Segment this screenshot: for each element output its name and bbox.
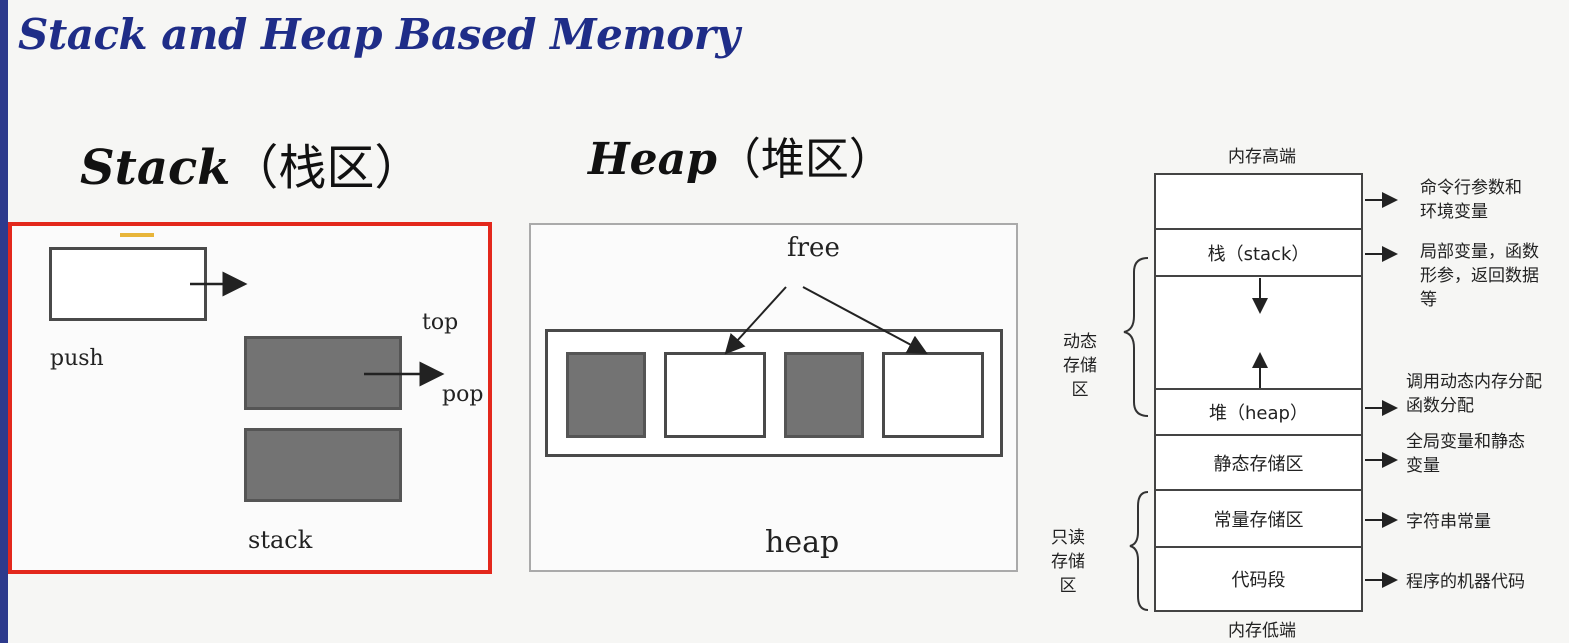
dynamic-area-brace (1123, 257, 1149, 417)
free-arrow-right (802, 286, 928, 354)
memory-layout-diagram: 内存高端 栈（stack） 堆（heap） 静态存储区 常量存储区 代码段 内存… (1040, 140, 1569, 643)
stack-heading: Stack（栈区） (80, 128, 422, 198)
free-arrow-left (724, 286, 787, 355)
stack-heading-latin: Stack (80, 140, 231, 196)
readonly-area-brace (1129, 491, 1149, 611)
slide-title: Stack and Heap Based Memory (18, 10, 740, 59)
left-accent-bar (0, 0, 8, 643)
stack-diagram-panel: push top pop stack (8, 222, 492, 574)
heap-heading-latin: Heap (588, 134, 717, 185)
memory-layout-arrows (1123, 192, 1398, 611)
stack-arrows (190, 271, 445, 387)
free-arrows (724, 286, 928, 355)
heap-heading-cjk: （堆区） (716, 134, 893, 185)
heap-diagram-panel: free heap (529, 223, 1018, 572)
stack-heading-cjk: （栈区） (230, 140, 423, 196)
heap-heading: Heap（堆区） (588, 123, 893, 187)
